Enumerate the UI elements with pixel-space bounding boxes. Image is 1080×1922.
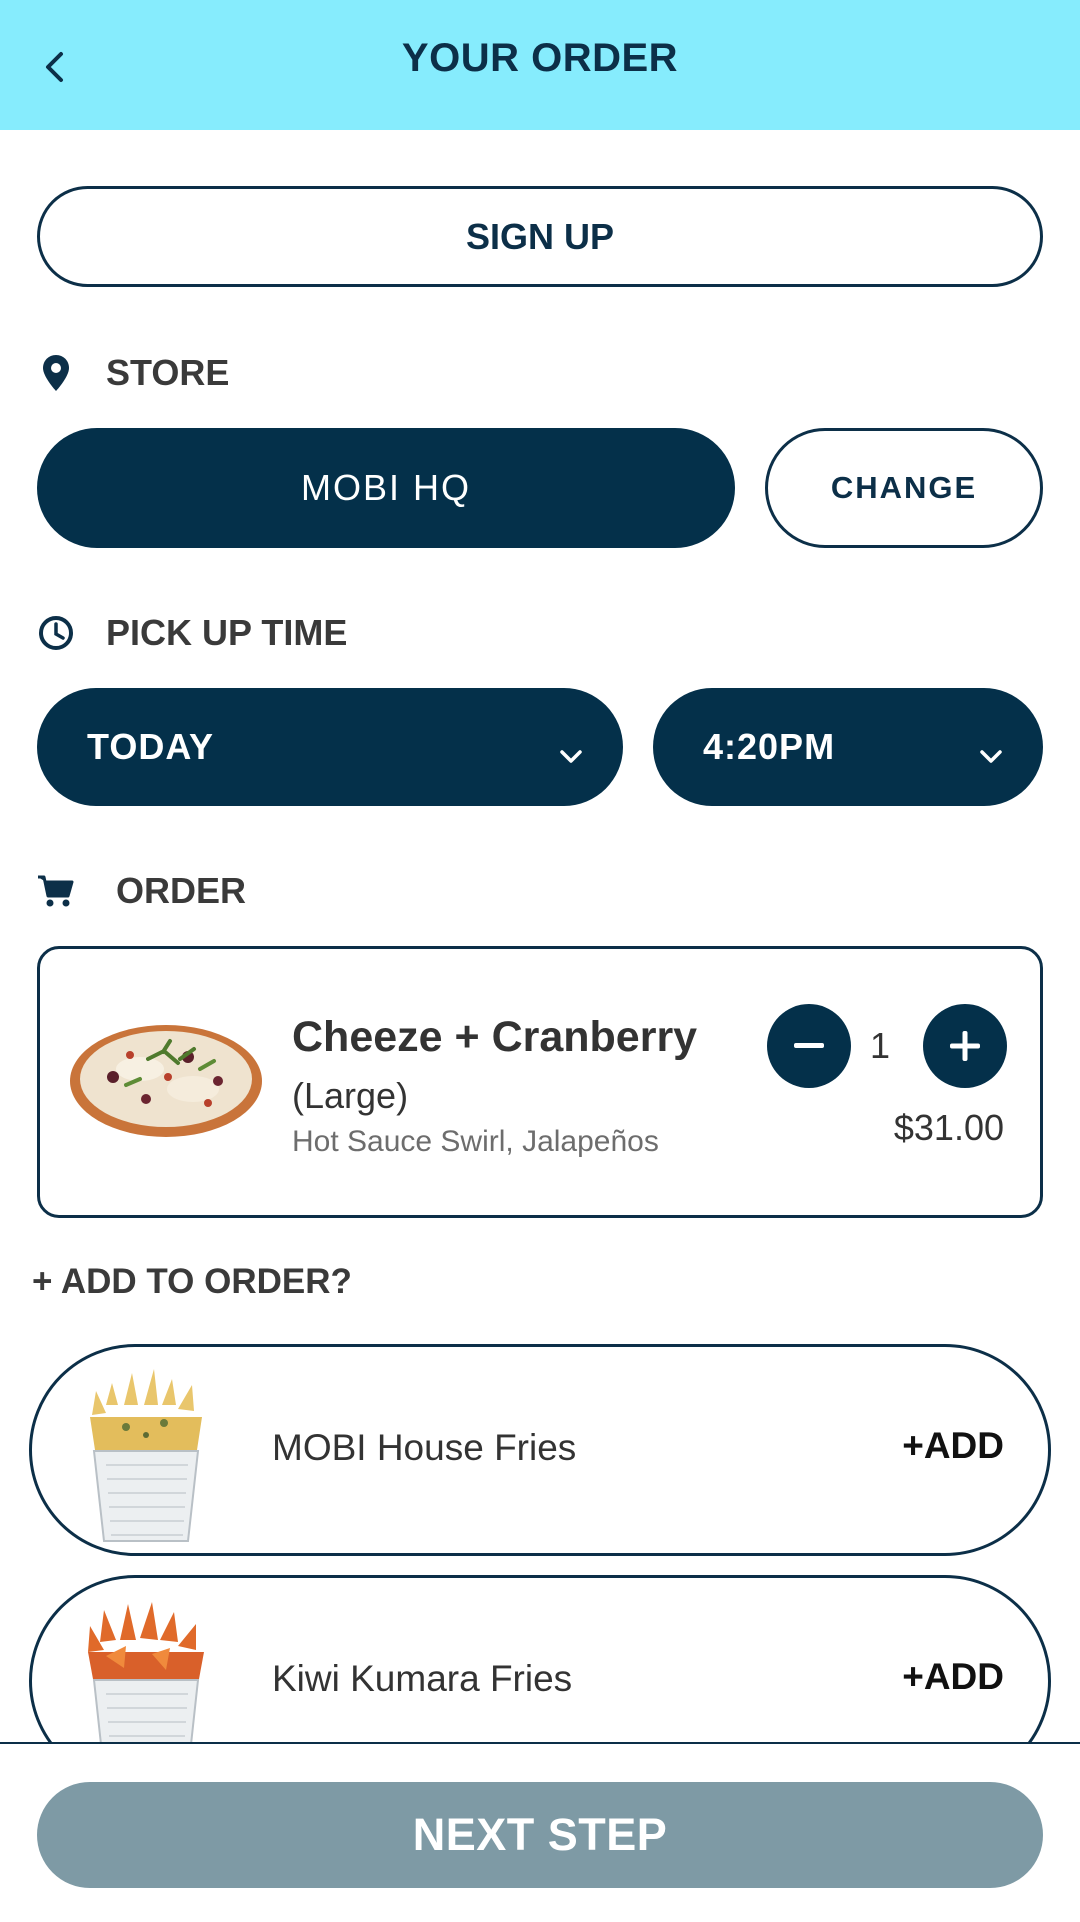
page-title: YOUR ORDER xyxy=(401,36,679,80)
store-label-text: STORE xyxy=(106,352,230,393)
pickup-section-label: PICK UP TIME xyxy=(36,612,347,654)
order-item-modifiers: Hot Sauce Swirl, Jalapeños xyxy=(292,1125,659,1158)
addon-item-name: Kiwi Kumara Fries xyxy=(272,1658,573,1699)
order-item-price: $31.00 xyxy=(893,1107,1004,1148)
add-to-order-label: + ADD TO ORDER? xyxy=(32,1262,352,1301)
clock-icon xyxy=(36,615,76,651)
quantity-value: 1 xyxy=(869,1025,891,1066)
pickup-time-select[interactable]: 4:20PM xyxy=(653,688,1043,806)
order-label-text: ORDER xyxy=(116,870,247,911)
cart-icon xyxy=(36,874,76,908)
order-item-name: Cheeze + Cranberry xyxy=(292,1013,698,1061)
order-item-card: Cheeze + Cranberry (Large) Hot Sauce Swi… xyxy=(37,946,1043,1218)
selected-store[interactable]: MOBI HQ xyxy=(37,428,735,548)
next-step-button[interactable]: NEXT STEP xyxy=(37,1782,1043,1888)
pickup-label-text: PICK UP TIME xyxy=(106,612,348,653)
chevron-down-icon xyxy=(979,732,1003,774)
addon-item-house-fries[interactable]: MOBI House Fries +ADD xyxy=(29,1344,1051,1556)
location-pin-icon xyxy=(36,354,76,392)
change-store-button[interactable]: CHANGE xyxy=(765,428,1043,548)
pizza-image xyxy=(68,1019,264,1146)
add-kumara-fries-button[interactable]: +ADD xyxy=(902,1656,1004,1698)
order-item-size: (Large) xyxy=(292,1075,409,1116)
minus-icon xyxy=(794,1043,824,1048)
app-header: YOUR ORDER xyxy=(0,0,1080,130)
decrease-quantity-button[interactable] xyxy=(767,1004,851,1088)
chevron-down-icon xyxy=(559,732,583,774)
pickup-time-value: 4:20PM xyxy=(703,726,836,767)
addon-item-name: MOBI House Fries xyxy=(272,1427,577,1468)
store-section-label: STORE xyxy=(36,352,229,394)
house-fries-image xyxy=(66,1365,226,1550)
plus-icon xyxy=(950,1031,980,1061)
increase-quantity-button[interactable] xyxy=(923,1004,1007,1088)
pickup-day-value: TODAY xyxy=(87,726,215,767)
bottom-action-bar: NEXT STEP xyxy=(0,1742,1080,1922)
add-house-fries-button[interactable]: +ADD xyxy=(902,1425,1004,1467)
pickup-day-select[interactable]: TODAY xyxy=(37,688,623,806)
sign-up-button[interactable]: SIGN UP xyxy=(37,186,1043,287)
order-section-label: ORDER xyxy=(36,870,246,912)
